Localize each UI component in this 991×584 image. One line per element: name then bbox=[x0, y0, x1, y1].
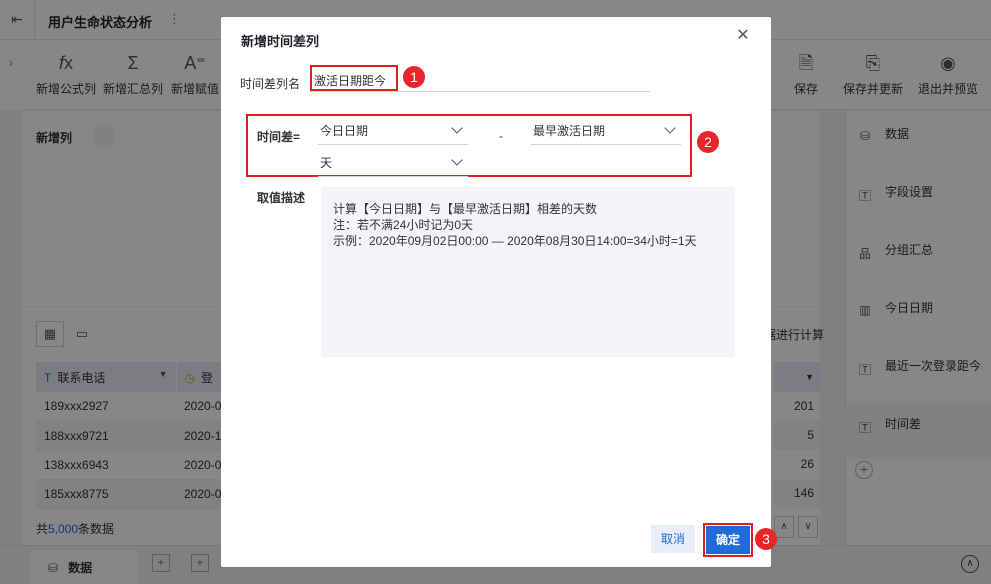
value-description-box: 计算【今日日期】与【最早激活日期】相差的天数 注：若不满24小时记为0天 示例：… bbox=[321, 187, 735, 357]
description-line: 示例：2020年09月02日00:00 — 2020年08月30日14:00=3… bbox=[333, 234, 697, 248]
step-badge: 1 bbox=[403, 66, 425, 88]
time-diff-label: 时间差= bbox=[257, 130, 301, 144]
dialog-title: 新增时间差列 bbox=[241, 34, 320, 49]
cancel-button[interactable]: 取消 bbox=[651, 525, 695, 553]
select-value: 今日日期 bbox=[320, 124, 369, 138]
step-badge: 2 bbox=[697, 131, 719, 153]
chevron-down-icon bbox=[452, 155, 462, 165]
start-date-select[interactable]: 今日日期 bbox=[318, 121, 468, 145]
select-value: 天 bbox=[320, 156, 333, 170]
unit-select[interactable]: 天 bbox=[318, 153, 468, 177]
step-badge: 3 bbox=[755, 528, 777, 550]
select-value: 最早激活日期 bbox=[533, 124, 606, 138]
close-icon[interactable]: ✕ bbox=[734, 27, 752, 45]
minus-sign: - bbox=[499, 129, 503, 143]
description-line: 计算【今日日期】与【最早激活日期】相差的天数 bbox=[333, 202, 598, 216]
column-name-label: 时间差列名 bbox=[240, 77, 301, 91]
end-date-select[interactable]: 最早激活日期 bbox=[531, 121, 681, 145]
highlight-box bbox=[310, 65, 398, 91]
description-line: 注：若不满24小时记为0天 bbox=[333, 218, 474, 232]
highlight-box bbox=[703, 523, 753, 557]
chevron-down-icon bbox=[665, 123, 675, 133]
value-description-label: 取值描述 bbox=[257, 191, 306, 205]
chevron-down-icon bbox=[452, 123, 462, 133]
new-time-diff-column-dialog: 新增时间差列 ✕ 时间差列名 1 2 时间差= 今日日期 - 最早激活日期 天 … bbox=[221, 17, 777, 567]
